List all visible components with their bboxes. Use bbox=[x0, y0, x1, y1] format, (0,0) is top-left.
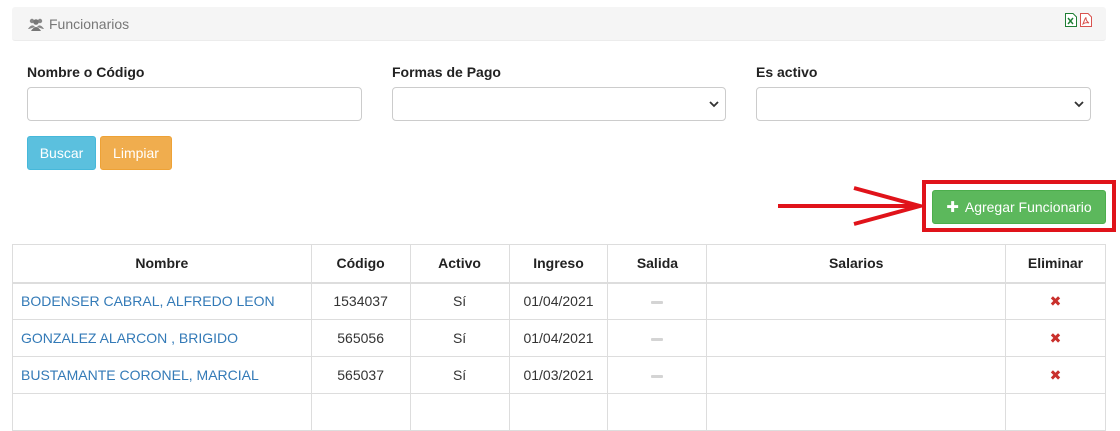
column-header-codigo[interactable]: Código bbox=[310, 244, 411, 284]
funcionario-name-link[interactable]: GONZALEZ ALARCON , BRIGIDO bbox=[12, 319, 312, 357]
annotation-arrow bbox=[778, 186, 926, 226]
empty-dash-icon bbox=[651, 337, 664, 341]
salida-cell bbox=[607, 319, 708, 357]
eliminar-cell bbox=[1005, 393, 1106, 431]
file-pdf-icon[interactable] bbox=[1080, 13, 1092, 27]
codigo-cell: 565037 bbox=[310, 356, 411, 394]
empty-dash-icon bbox=[651, 301, 664, 305]
eliminar-cell: ✖ bbox=[1005, 356, 1106, 394]
column-header-salida[interactable]: Salida bbox=[607, 244, 708, 284]
chevron-down-icon bbox=[1074, 101, 1084, 108]
activo-cell: Sí bbox=[409, 282, 510, 320]
activo-cell bbox=[409, 393, 510, 431]
eliminar-cell: ✖ bbox=[1005, 319, 1106, 357]
ingreso-cell: 01/04/2021 bbox=[508, 319, 609, 357]
salida-cell bbox=[607, 356, 708, 394]
codigo-cell: 565056 bbox=[310, 319, 411, 357]
panel-title-text: Funcionarios bbox=[49, 16, 130, 32]
buscar-button[interactable]: Buscar bbox=[27, 136, 96, 170]
activo-cell: Sí bbox=[409, 319, 510, 357]
limpiar-button[interactable]: Limpiar bbox=[100, 136, 172, 170]
ingreso-cell: 01/04/2021 bbox=[508, 282, 609, 320]
table-row: BUSTAMANTE CORONEL, MARCIAL 565037 Sí 01… bbox=[12, 356, 1106, 394]
salarios-cell bbox=[706, 319, 1006, 357]
nombre-label: Nombre o Código bbox=[27, 64, 145, 80]
column-header-activo[interactable]: Activo bbox=[409, 244, 510, 284]
empty-dash-icon bbox=[651, 374, 664, 378]
table-row: BODENSER CABRAL, ALFREDO LEON 1534037 Sí… bbox=[12, 282, 1106, 320]
delete-icon[interactable]: ✖ bbox=[1050, 330, 1062, 346]
activo-cell: Sí bbox=[409, 356, 510, 394]
funcionario-name-link[interactable]: BUSTAMANTE CORONEL, MARCIAL bbox=[12, 356, 312, 394]
agregar-funcionario-label: Agregar Funcionario bbox=[964, 199, 1092, 215]
table-header-row: Nombre Código Activo Ingreso Salida Sala… bbox=[12, 244, 1106, 284]
column-header-ingreso[interactable]: Ingreso bbox=[508, 244, 609, 284]
ingreso-cell: 01/03/2021 bbox=[508, 356, 609, 394]
codigo-cell: 1534037 bbox=[310, 282, 411, 320]
plus-icon: ✚ bbox=[946, 199, 959, 216]
file-excel-icon[interactable] bbox=[1065, 13, 1077, 27]
panel-title: Funcionarios bbox=[28, 16, 129, 32]
ingreso-cell bbox=[508, 393, 609, 431]
formas-pago-select[interactable] bbox=[392, 87, 726, 121]
export-icons bbox=[1065, 13, 1092, 27]
delete-icon[interactable]: ✖ bbox=[1050, 367, 1062, 383]
funcionario-name-link[interactable]: BODENSER CABRAL, ALFREDO LEON bbox=[12, 282, 312, 320]
codigo-cell bbox=[310, 393, 411, 431]
nombre-input[interactable] bbox=[27, 87, 362, 121]
table-row bbox=[12, 393, 1106, 431]
table-row: GONZALEZ ALARCON , BRIGIDO 565056 Sí 01/… bbox=[12, 319, 1106, 357]
salida-cell bbox=[607, 282, 708, 320]
formas-pago-label: Formas de Pago bbox=[392, 64, 501, 80]
chevron-down-icon bbox=[709, 101, 719, 108]
column-header-salarios[interactable]: Salarios bbox=[706, 244, 1006, 284]
panel-header: Funcionarios bbox=[12, 7, 1106, 41]
funcionarios-table: Nombre Código Activo Ingreso Salida Sala… bbox=[12, 244, 1106, 431]
eliminar-cell: ✖ bbox=[1005, 282, 1106, 320]
users-icon bbox=[28, 18, 44, 31]
salida-cell bbox=[607, 393, 708, 431]
agregar-funcionario-button[interactable]: ✚ Agregar Funcionario bbox=[932, 190, 1106, 224]
column-header-nombre[interactable]: Nombre bbox=[12, 244, 312, 284]
funcionario-name-link[interactable] bbox=[12, 393, 312, 431]
salarios-cell bbox=[706, 282, 1006, 320]
es-activo-label: Es activo bbox=[756, 64, 818, 80]
delete-icon[interactable]: ✖ bbox=[1050, 293, 1062, 309]
salarios-cell bbox=[706, 356, 1006, 394]
salarios-cell bbox=[706, 393, 1006, 431]
es-activo-select[interactable] bbox=[756, 87, 1091, 121]
column-header-eliminar[interactable]: Eliminar bbox=[1005, 244, 1106, 284]
